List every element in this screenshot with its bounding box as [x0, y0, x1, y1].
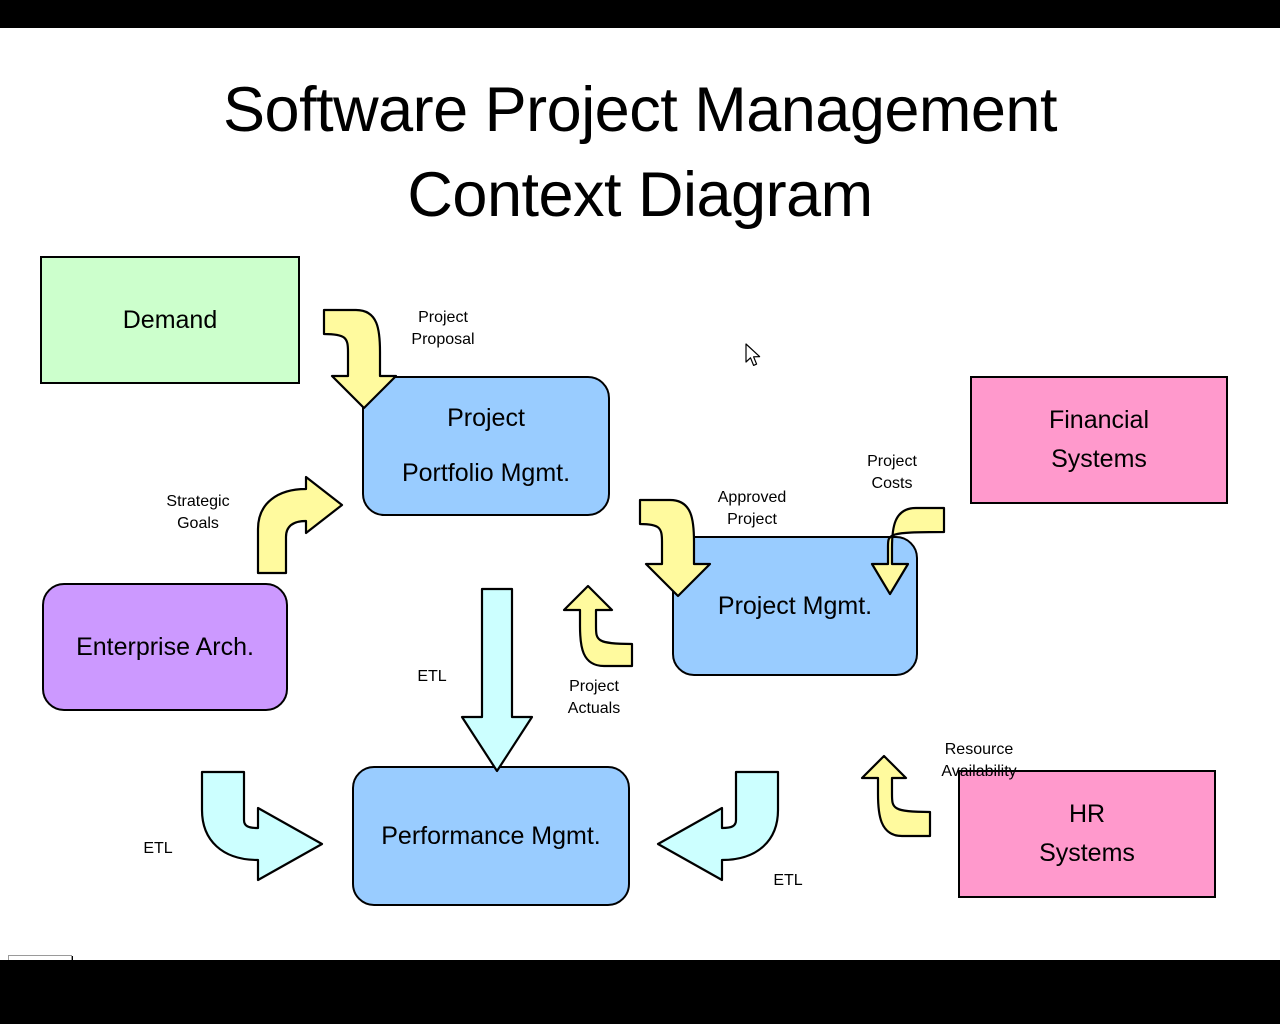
- node-financial-systems-label-line-1: Financial: [1048, 406, 1150, 435]
- label-etl-right: ETL: [752, 870, 824, 892]
- label-etl-center: ETL: [396, 666, 468, 688]
- arrow-etl-center: [456, 585, 538, 777]
- label-etl-right-text: ETL: [773, 872, 803, 889]
- letterbox-bottom: [0, 960, 1280, 1024]
- label-project-actuals: Project Actuals: [542, 676, 646, 719]
- node-project-mgmt-label: Project Mgmt.: [717, 591, 873, 620]
- node-ppm-label-line-1: Project: [447, 404, 525, 433]
- label-etl-left-text: ETL: [143, 840, 173, 857]
- arrow-project-proposal: [322, 304, 402, 414]
- label-etl-center-text: ETL: [417, 668, 447, 685]
- label-project-costs-line-1: Project: [867, 453, 917, 470]
- node-performance-mgmt[interactable]: Performance Mgmt.: [352, 766, 630, 906]
- arrow-project-actuals: [562, 584, 646, 674]
- page-title: Software Project Management Context Diag…: [0, 68, 1280, 238]
- node-demand[interactable]: Demand: [40, 256, 300, 384]
- label-strategic-goals: Strategic Goals: [148, 491, 248, 534]
- node-enterprise-arch-label: Enterprise Arch.: [76, 632, 254, 661]
- mouse-cursor: [745, 343, 763, 369]
- label-project-actuals-line-1: Project: [569, 678, 619, 695]
- label-project-proposal-line-2: Proposal: [411, 330, 475, 348]
- arrow-etl-left: [196, 768, 344, 900]
- node-hr-systems[interactable]: HR Systems: [958, 770, 1216, 898]
- node-hr-systems-label-line-2: Systems: [1039, 839, 1135, 867]
- node-performance-mgmt-label: Performance Mgmt.: [381, 821, 601, 850]
- arrow-project-costs: [866, 502, 948, 600]
- node-financial-systems-label-line-2: Systems: [1051, 445, 1147, 473]
- label-project-proposal: Project Proposal: [393, 307, 493, 350]
- arrow-strategic-goals: [254, 475, 354, 575]
- node-financial-systems[interactable]: Financial Systems: [970, 376, 1228, 504]
- label-approved-project: Approved Project: [700, 487, 804, 530]
- label-etl-left: ETL: [122, 838, 194, 860]
- label-project-costs: Project Costs: [840, 451, 944, 494]
- letterbox-top: [0, 0, 1280, 28]
- label-strategic-goals-line-1: Strategic: [166, 493, 230, 510]
- label-resource-availability-line-2: Availability: [941, 762, 1017, 780]
- title-line-2: Context Diagram: [407, 160, 873, 231]
- node-ppm-label-line-2: Portfolio Mgmt.: [401, 459, 571, 487]
- label-resource-availability: Resource Availability: [920, 739, 1038, 782]
- node-enterprise-arch[interactable]: Enterprise Arch.: [42, 583, 288, 711]
- slide-canvas: Software Project Management Context Diag…: [0, 28, 1280, 960]
- label-approved-project-line-2: Project: [727, 510, 777, 528]
- label-project-proposal-line-1: Project: [418, 309, 468, 326]
- label-project-costs-line-2: Costs: [871, 474, 913, 492]
- title-line-1: Software Project Management: [223, 75, 1057, 145]
- label-resource-availability-line-1: Resource: [944, 741, 1014, 758]
- label-strategic-goals-line-2: Goals: [177, 514, 219, 532]
- node-hr-systems-label-line-1: HR: [1068, 800, 1106, 829]
- label-approved-project-line-1: Approved: [717, 489, 787, 506]
- node-demand-label: Demand: [122, 305, 218, 334]
- label-project-actuals-line-2: Actuals: [567, 699, 621, 717]
